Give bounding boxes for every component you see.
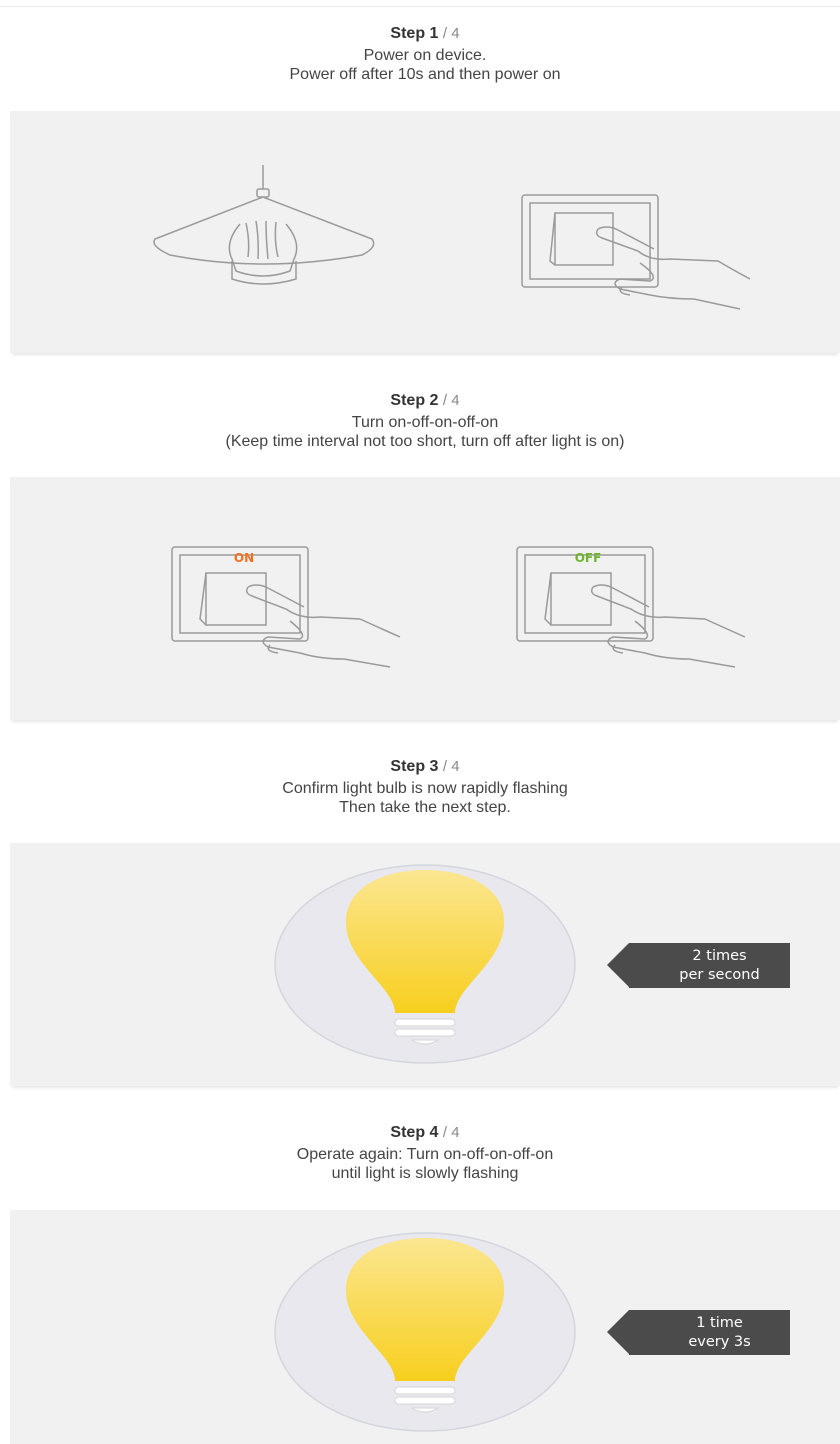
step-2-title: Step 2 / 4 — [0, 391, 840, 411]
callout-line-1: 1 time — [696, 1315, 743, 1331]
step-2-line-1: Turn on-off-on-off-on — [351, 414, 499, 431]
switch-on-label: ON — [233, 551, 255, 565]
pendant-lamp-icon — [153, 165, 375, 285]
step-2-label: Step 2 — [390, 392, 439, 409]
light-switch-icon — [521, 194, 751, 310]
step-3-line-1: Confirm light bulb is now rapidly flashi… — [282, 780, 568, 797]
callout-line-2: every 3s — [688, 1334, 751, 1350]
bulb-icon — [274, 1232, 576, 1432]
bulb-icon — [274, 864, 576, 1064]
step-3-label: Step 3 — [390, 758, 439, 775]
step-1-total: / 4 — [442, 25, 460, 42]
step-1-line-1: Power on device. — [363, 47, 487, 64]
step-1-header: Step 1 / 4 Power on device. Power off af… — [0, 24, 840, 84]
step-1-line-2: Power off after 10s and then power on — [289, 66, 561, 83]
step-2-total: / 4 — [442, 392, 460, 409]
step-3-header: Step 3 / 4 Confirm light bulb is now rap… — [0, 757, 840, 817]
flash-rate-callout: 1 time every 3s — [607, 1310, 790, 1355]
pairing-guide-page: Step 1 / 4 Power on device. Power off af… — [0, 0, 840, 1444]
step-3-line-2: Then take the next step. — [339, 799, 511, 816]
step-4-header: Step 4 / 4 Operate again: Turn on-off-on… — [0, 1123, 840, 1183]
step-1-label: Step 1 — [390, 25, 439, 42]
flash-rate-callout: 2 times per second — [607, 943, 790, 988]
top-divider — [0, 6, 840, 7]
step-3-total: / 4 — [442, 758, 460, 775]
callout-line-1: 2 times — [692, 948, 747, 964]
step-4-label: Step 4 — [390, 1124, 439, 1141]
step-4-total: / 4 — [442, 1124, 460, 1141]
step-2-illustration: ON OFF — [10, 477, 840, 720]
step-1-title: Step 1 / 4 — [0, 24, 840, 44]
callout-line-2: per second — [679, 967, 760, 983]
step-4-line-2: until light is slowly flashing — [331, 1165, 519, 1182]
step-4-title: Step 4 / 4 — [0, 1123, 840, 1143]
step-2-line-2: (Keep time interval not too short, turn … — [225, 433, 625, 450]
step-4-line-1: Operate again: Turn on-off-on-off-on — [296, 1146, 554, 1163]
switch-off-label: OFF — [574, 551, 602, 565]
step-2-header: Step 2 / 4 Turn on-off-on-off-on (Keep t… — [0, 391, 840, 451]
step-4-illustration: 1 time every 3s — [10, 1210, 840, 1444]
step-1-illustration — [10, 111, 840, 353]
step-3-illustration: 2 times per second — [10, 843, 840, 1086]
step-3-title: Step 3 / 4 — [0, 757, 840, 777]
light-switch-icon — [516, 546, 746, 668]
light-switch-icon — [171, 546, 401, 668]
